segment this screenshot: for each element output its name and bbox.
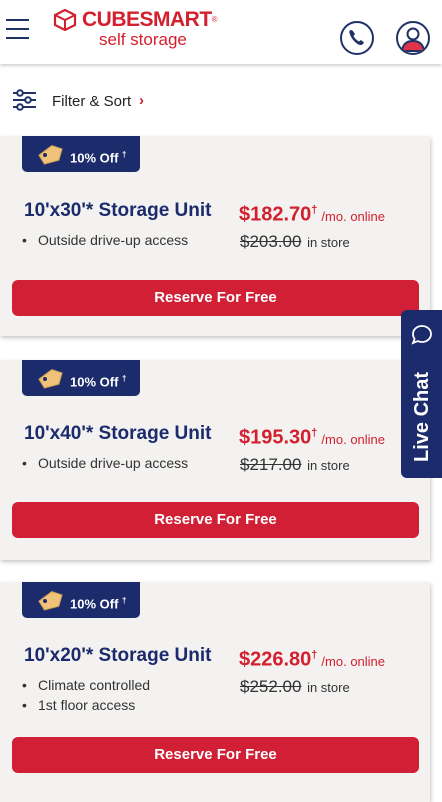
in-store-price: $203.00 in store — [240, 232, 350, 251]
site-header: CUBESMART® self storage — [0, 0, 442, 64]
price-tag-icon — [38, 368, 63, 389]
chevron-right-icon: › — [139, 92, 144, 109]
discount-badge: 10% Off † — [22, 360, 140, 396]
reserve-button[interactable]: Reserve For Free — [12, 280, 419, 316]
list-item: Climate controlled — [22, 675, 150, 695]
cubesmart-logo[interactable]: CUBESMART® self storage — [53, 8, 218, 52]
account-icon — [400, 27, 426, 52]
in-store-price: $252.00 in store — [240, 677, 350, 696]
unit-card: 10% Off † 10'x20'* Storage Unit $226.80†… — [0, 582, 430, 802]
feature-list: Outside drive-up access — [22, 230, 188, 250]
unit-card: 10% Off † 10'x40'* Storage Unit $195.30†… — [0, 360, 430, 560]
account-button[interactable] — [396, 21, 430, 55]
live-chat-tab[interactable]: Live Chat — [401, 310, 442, 478]
filter-sort-bar[interactable]: Filter & Sort › — [0, 84, 442, 120]
cube-logo-icon — [53, 9, 77, 31]
chat-bubble-icon — [411, 325, 432, 345]
badge-label: 10% Off — [70, 374, 119, 390]
logo-wordmark: CUBESMART® — [82, 8, 218, 31]
live-chat-label: Live Chat — [411, 371, 433, 462]
online-price: $182.70†/mo. online — [239, 203, 386, 226]
list-item: Outside drive-up access — [22, 230, 188, 250]
price-tag-icon — [38, 144, 63, 165]
discount-badge: 10% Off † — [22, 582, 140, 618]
badge-mark: † — [122, 374, 127, 383]
sliders-icon — [13, 89, 36, 111]
reserve-button[interactable]: Reserve For Free — [12, 502, 419, 538]
hamburger-icon[interactable] — [6, 19, 29, 39]
reserve-button[interactable]: Reserve For Free — [12, 737, 419, 773]
badge-label: 10% Off — [70, 150, 119, 166]
discount-badge: 10% Off † — [22, 136, 140, 172]
unit-title: 10'x20'* Storage Unit — [24, 645, 212, 666]
list-item: 1st floor access — [22, 695, 150, 715]
feature-list: Outside drive-up access — [22, 453, 188, 473]
phone-button[interactable] — [340, 21, 374, 55]
unit-title: 10'x30'* Storage Unit — [24, 200, 212, 221]
phone-icon — [349, 30, 364, 46]
badge-mark: † — [122, 596, 127, 605]
unit-title: 10'x40'* Storage Unit — [24, 423, 212, 444]
in-store-price: $217.00 in store — [240, 455, 350, 474]
badge-mark: † — [122, 150, 127, 159]
price-tag-icon — [38, 590, 63, 611]
badge-label: 10% Off — [70, 596, 119, 612]
filter-sort-label[interactable]: Filter & Sort — [52, 93, 131, 111]
unit-card: 10% Off † 10'x30'* Storage Unit $182.70†… — [0, 136, 430, 336]
logo-subtitle: self storage — [99, 30, 187, 49]
online-price: $195.30†/mo. online — [239, 426, 386, 449]
online-price: $226.80†/mo. online — [239, 648, 386, 671]
feature-list: Climate controlled 1st floor access — [22, 675, 150, 715]
list-item: Outside drive-up access — [22, 453, 188, 473]
